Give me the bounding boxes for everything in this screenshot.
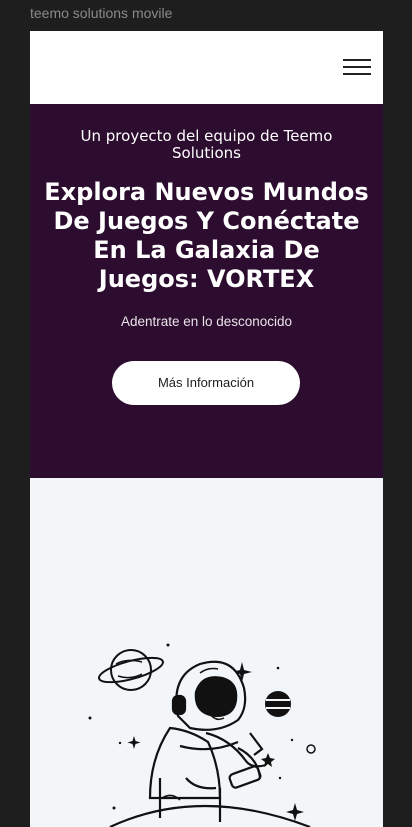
frame-label: teemo solutions movile — [30, 5, 173, 21]
tiny-planet-icon — [306, 744, 316, 754]
ringed-planet-icon — [98, 649, 164, 691]
astronaut-icon — [109, 660, 311, 827]
small-planet-icon — [265, 691, 291, 717]
hero-kicker: Un proyecto del equipo de Teemo Solution… — [80, 127, 333, 162]
hero-subtitle: Adentrate en lo desconocido — [120, 314, 293, 329]
hero-section: Un proyecto del equipo de Teemo Solution… — [30, 104, 383, 478]
hero-title: Explora Nuevos Mundos De Juegos Y Conéct… — [44, 178, 369, 293]
more-info-button[interactable]: Más Información — [112, 361, 300, 405]
top-navbar — [30, 31, 383, 104]
hamburger-menu-icon[interactable] — [343, 59, 371, 75]
crescent-moon-icon — [121, 768, 139, 792]
mobile-frame: Un proyecto del equipo de Teemo Solution… — [30, 31, 383, 827]
illustration-section — [30, 478, 383, 827]
astronaut-illustration — [88, 643, 316, 827]
